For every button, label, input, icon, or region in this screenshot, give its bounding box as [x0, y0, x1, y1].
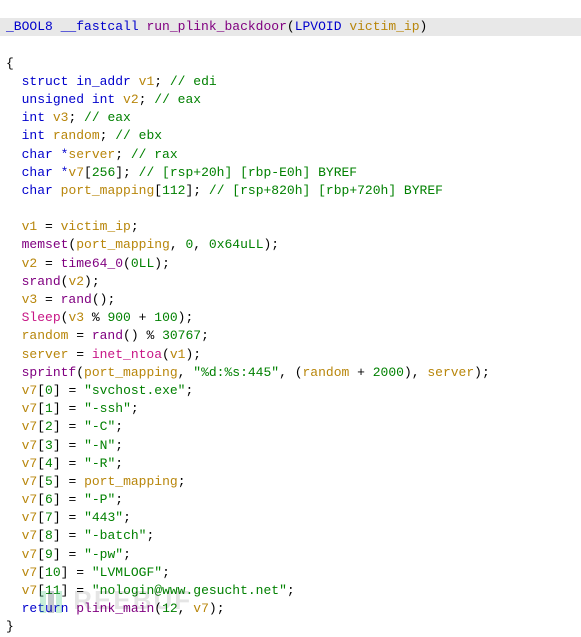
param-type: LPVOID: [295, 19, 342, 34]
function-signature: _BOOL8 __fastcall run_plink_backdoor(LPV…: [0, 18, 581, 36]
calling-convention: __fastcall: [61, 19, 139, 34]
decompiled-code: _BOOL8 __fastcall run_plink_backdoor(LPV…: [0, 0, 581, 637]
function-name: run_plink_backdoor: [146, 19, 286, 34]
return-type: _BOOL8: [6, 19, 53, 34]
param-name: victim_ip: [349, 19, 419, 34]
